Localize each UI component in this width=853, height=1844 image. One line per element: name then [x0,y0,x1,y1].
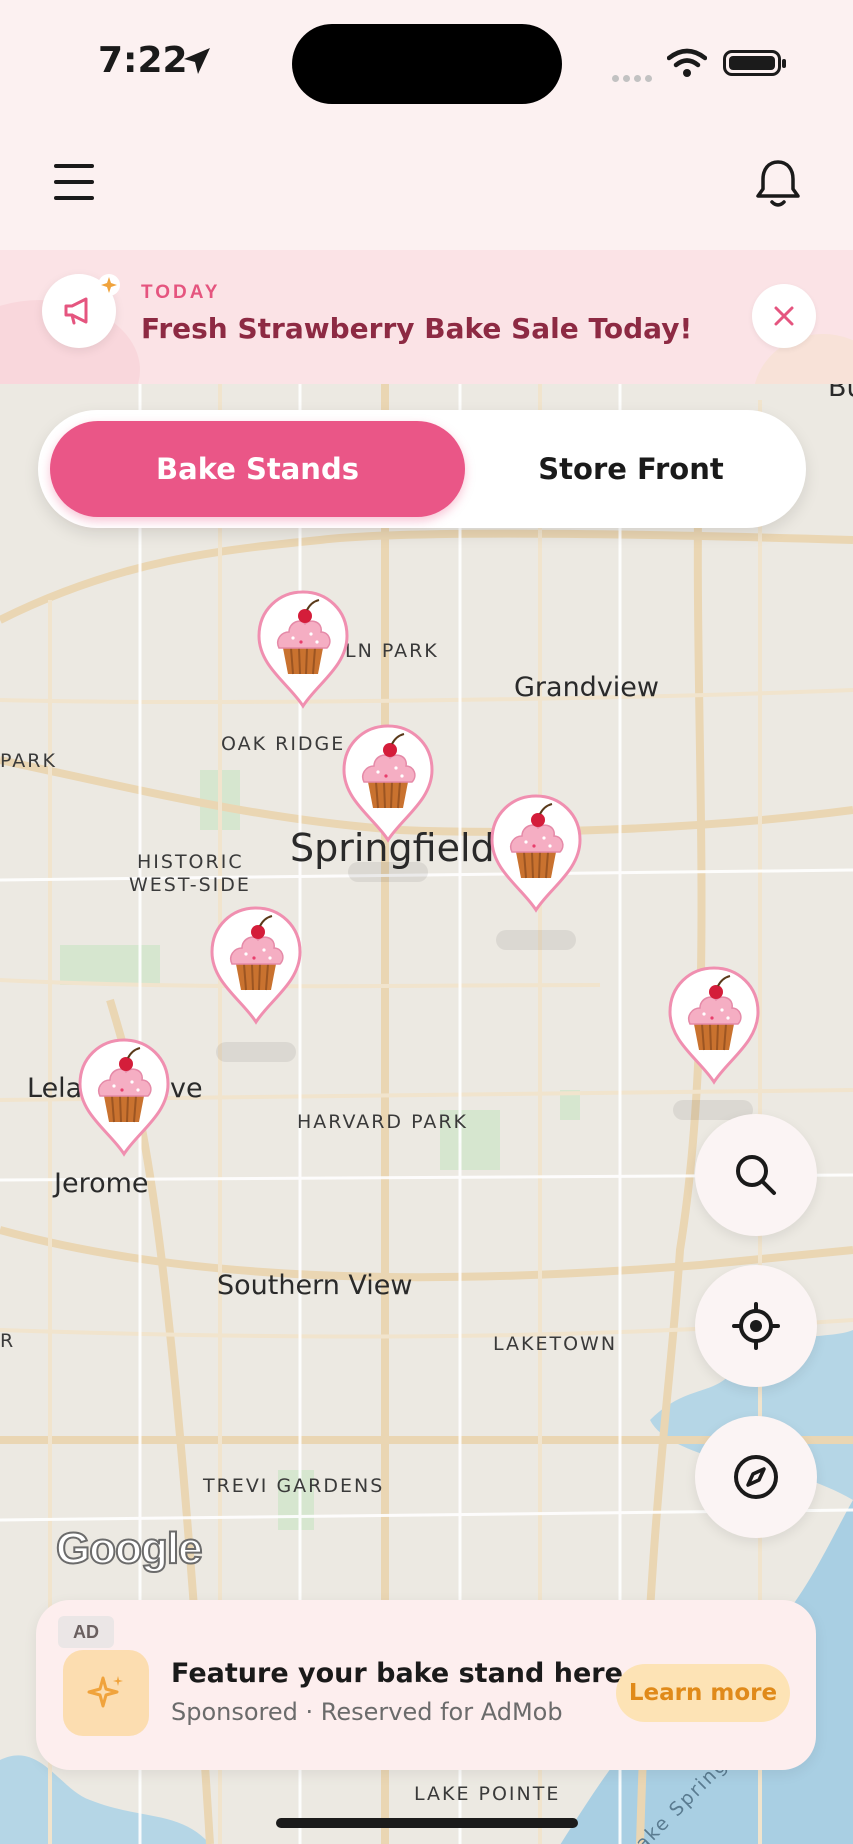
cupcake-icon [490,794,582,913]
location-arrow-icon [184,48,210,74]
tab-store-front[interactable]: Store Front [468,421,794,517]
ad-card[interactable]: AD Feature your bake stand here Sponsore… [36,1600,816,1770]
signal-icon [612,69,656,87]
bell-icon[interactable] [754,158,802,210]
cupcake-icon [342,724,434,843]
banner-tag: TODAY [141,282,221,303]
bake-stand-pin[interactable] [74,1036,174,1158]
map-label: R [0,1330,16,1352]
pin-shadow [216,1042,296,1062]
bake-stand-pin[interactable] [664,964,764,1086]
map-label: Southern View [217,1270,413,1301]
bake-stand-pin[interactable] [486,792,586,914]
view-toggle: Bake Stands Store Front [38,410,806,528]
search-button[interactable] [695,1114,817,1236]
menu-button[interactable] [54,164,96,200]
crosshair-icon [732,1302,780,1350]
close-icon [774,306,794,326]
ad-subtitle: Sponsored · Reserved for AdMob [171,1698,563,1726]
pin-shadow [496,930,576,950]
map-label: PARK [0,750,57,772]
google-attribution: Google [55,1523,204,1574]
bake-stand-pin[interactable] [206,904,306,1026]
cupcake-icon [257,590,349,709]
bake-stand-pin[interactable] [253,588,353,710]
map-label: HARVARD PARK [297,1111,468,1133]
announcement-banner[interactable]: TODAY Fresh Strawberry Bake Sale Today! [0,250,853,384]
map-label: Jerome [54,1168,149,1199]
battery-icon [723,50,786,76]
close-button[interactable] [752,284,816,348]
map-label: WEST-SIDE [129,874,251,896]
map-label: LAKE POINTE [414,1783,561,1805]
learn-more-button[interactable]: Learn more [616,1664,790,1722]
cupcake-icon [210,906,302,1025]
wifi-icon [667,48,707,77]
compass-button[interactable] [695,1416,817,1538]
compass-icon [734,1455,778,1499]
banner-title: Fresh Strawberry Bake Sale Today! [141,312,693,345]
home-indicator[interactable] [276,1818,578,1828]
status-time: 7:22 [98,40,188,81]
dynamic-island [292,24,562,104]
cupcake-icon [78,1038,170,1157]
map-label: LAKETOWN [493,1333,618,1355]
top-bar: 7:22 [0,0,853,250]
bake-stand-pin[interactable] [338,722,438,844]
map-label: ve [170,1073,203,1104]
map-label: Grandview [514,672,659,703]
search-icon [736,1155,776,1195]
map-label: TREVI GARDENS [203,1475,385,1497]
ad-badge: AD [58,1616,114,1648]
map-label: LN PARK [345,640,439,662]
sparkle-icon [98,274,120,296]
map-label: OAK RIDGE [221,733,346,755]
cupcake-icon [668,966,760,1085]
ad-title: Feature your bake stand here [171,1658,623,1689]
map-label: HISTORIC [137,851,244,873]
sparkles-icon [63,1650,149,1736]
tab-bake-stands[interactable]: Bake Stands [50,421,465,517]
pin-shadow [348,862,428,882]
my-location-button[interactable] [695,1265,817,1387]
